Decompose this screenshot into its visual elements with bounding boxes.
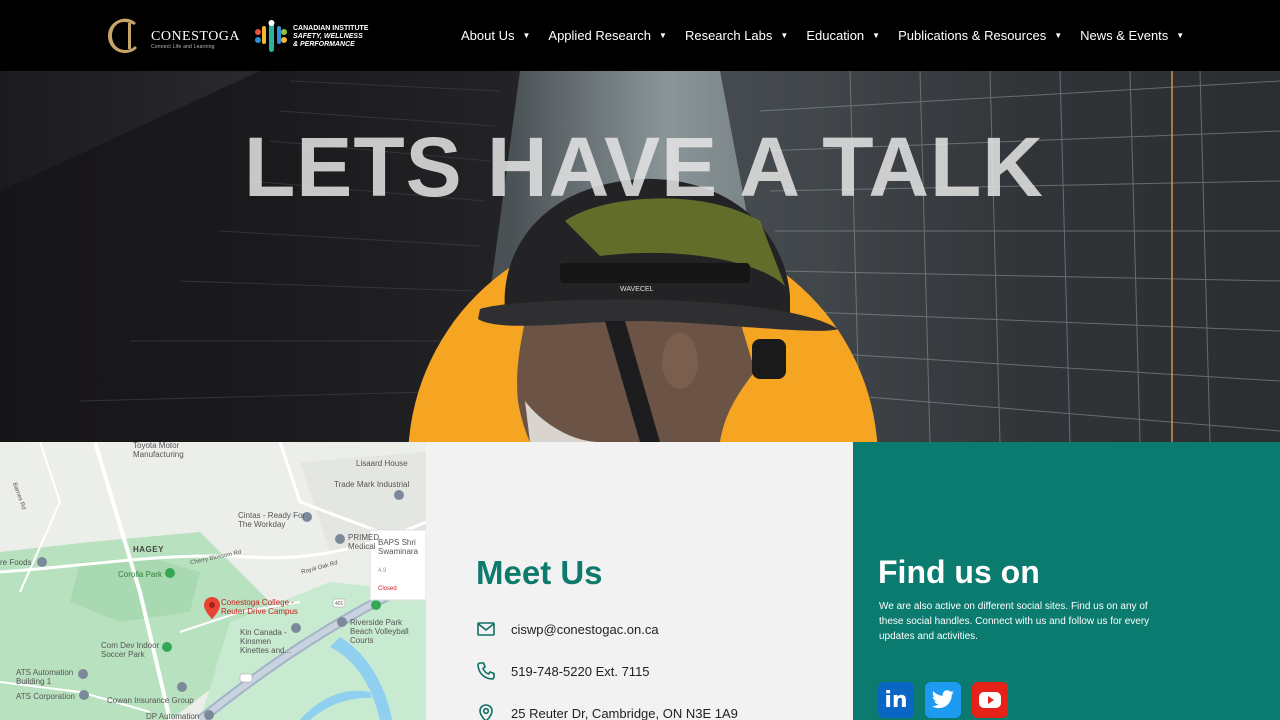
menu-item-news-events[interactable]: News & Events ▼ <box>1080 28 1184 43</box>
map-label-dp: DP Automation <box>146 712 200 720</box>
caret-down-icon: ▼ <box>1054 31 1063 40</box>
phone-icon <box>477 662 495 680</box>
contact-address[interactable]: 25 Reuter Dr, Cambridge, ON N3E 1A9 <box>476 703 738 720</box>
menu-item-education[interactable]: Education ▼ <box>806 28 880 43</box>
menu-label: Research Labs <box>684 28 773 43</box>
caret-down-icon: ▼ <box>872 31 881 40</box>
map-label-riverside: Riverside Park Beach Volleyball Courts <box>350 618 409 645</box>
caret-down-icon: ▼ <box>1176 31 1185 40</box>
menu-label: Education <box>806 28 865 43</box>
hero-banner: WAVECEL LETS HAVE A TALK <box>0 71 1280 442</box>
map-label-comdev: Com Dev Indoor Soccer Park <box>101 641 160 659</box>
contact-phone[interactable]: 519-748-5220 Ext. 7115 <box>476 661 650 681</box>
institute-line-3: & PERFORMANCE <box>293 41 355 48</box>
map-label-kin: Kin Canada - Kinsmen Kinettes and... <box>240 628 292 655</box>
map-label-hagey: HAGEY <box>133 545 164 554</box>
menu-label: News & Events <box>1080 28 1169 43</box>
college-tagline: Connect Life and Learning <box>151 44 215 50</box>
map-label-ats2: ATS Corporation <box>16 692 75 701</box>
map-label-corolla: Corolla Park <box>118 570 163 579</box>
menu-item-publications-resources[interactable]: Publications & Resources ▼ <box>898 28 1062 43</box>
menu-item-applied-research[interactable]: Applied Research ▼ <box>548 28 667 43</box>
map-label-baps: BAPS Shri Swaminara <box>378 538 419 556</box>
email-text[interactable]: ciswp@conestogac.on.ca <box>511 622 659 637</box>
map-label-hwy: 401 <box>335 601 344 607</box>
map-label-toyota: Toyota Motor Manufacturing <box>133 442 184 459</box>
location-map[interactable]: Toyota Motor Manufacturing Lisaard House… <box>0 442 426 720</box>
menu-label: Applied Research <box>548 28 652 43</box>
caret-down-icon: ▼ <box>780 31 789 40</box>
address-text[interactable]: 25 Reuter Dr, Cambridge, ON N3E 1A9 <box>511 706 738 720</box>
meet-us-section: Meet Us ciswp@conestogac.on.ca 519-748-5… <box>426 442 853 720</box>
map-label-foods: re Foods <box>0 558 32 567</box>
main-menu: About Us ▼ Applied Research ▼ Research Lab… <box>461 0 1184 71</box>
mail-icon <box>477 622 495 636</box>
menu-label: About Us <box>461 28 515 43</box>
caret-down-icon: ▼ <box>659 31 667 40</box>
menu-label: Publications & Resources <box>898 28 1047 43</box>
twitter-icon[interactable] <box>925 682 961 718</box>
map-label-cowan: Cowan Insurance Group <box>107 696 194 705</box>
map-label-cintas: Cintas - Ready For The Workday <box>238 511 306 529</box>
institute-name: CANADIAN INSTITUTE SAFETY, WELLNESS & PE… <box>293 25 383 49</box>
college-name[interactable]: CONESTOGA <box>151 29 240 45</box>
youtube-icon[interactable] <box>972 682 1008 718</box>
map-label-trademark: Trade Mark Industrial <box>334 480 410 489</box>
top-navigation: CONESTOGA Connect Life and Learning CANA… <box>0 0 1280 71</box>
map-label-primed: PRIMED Medical <box>348 533 380 551</box>
map-label-lisaard: Lisaard House <box>356 459 408 468</box>
helmet-brand-text: WAVECEL <box>620 286 654 293</box>
conestoga-logo-icon[interactable] <box>106 17 142 55</box>
contact-email[interactable]: ciswp@conestogac.on.ca <box>476 619 659 639</box>
phone-text[interactable]: 519-748-5220 Ext. 7115 <box>511 664 650 679</box>
find-us-title: Find us on <box>878 554 1040 590</box>
map-label-closed: Closed <box>378 586 397 592</box>
institute-line-1: CANADIAN INSTITUTE <box>293 25 369 32</box>
find-us-section: Find us on We are also active on differe… <box>853 442 1280 720</box>
find-us-description: We are also active on different social s… <box>879 601 1150 642</box>
location-pin-icon <box>479 704 493 720</box>
hero-title: LETS HAVE A TALK <box>244 120 1044 214</box>
institute-logo-icon[interactable] <box>253 18 289 54</box>
map-label-rating: 4.9 <box>378 568 387 574</box>
institute-line-2: SAFETY, WELLNESS <box>293 33 363 40</box>
menu-item-research-labs[interactable]: Research Labs ▼ <box>685 28 788 43</box>
map-label-conestoga-campus[interactable]: Conestoga College - Reuter Drive Campus <box>221 598 303 616</box>
menu-item-about-us[interactable]: About Us ▼ <box>461 28 530 43</box>
caret-down-icon: ▼ <box>522 31 531 40</box>
map-label-ats1: ATS Automation Building 1 <box>16 668 74 686</box>
meet-us-title: Meet Us <box>476 554 603 591</box>
linkedin-icon[interactable]: in <box>878 682 914 718</box>
